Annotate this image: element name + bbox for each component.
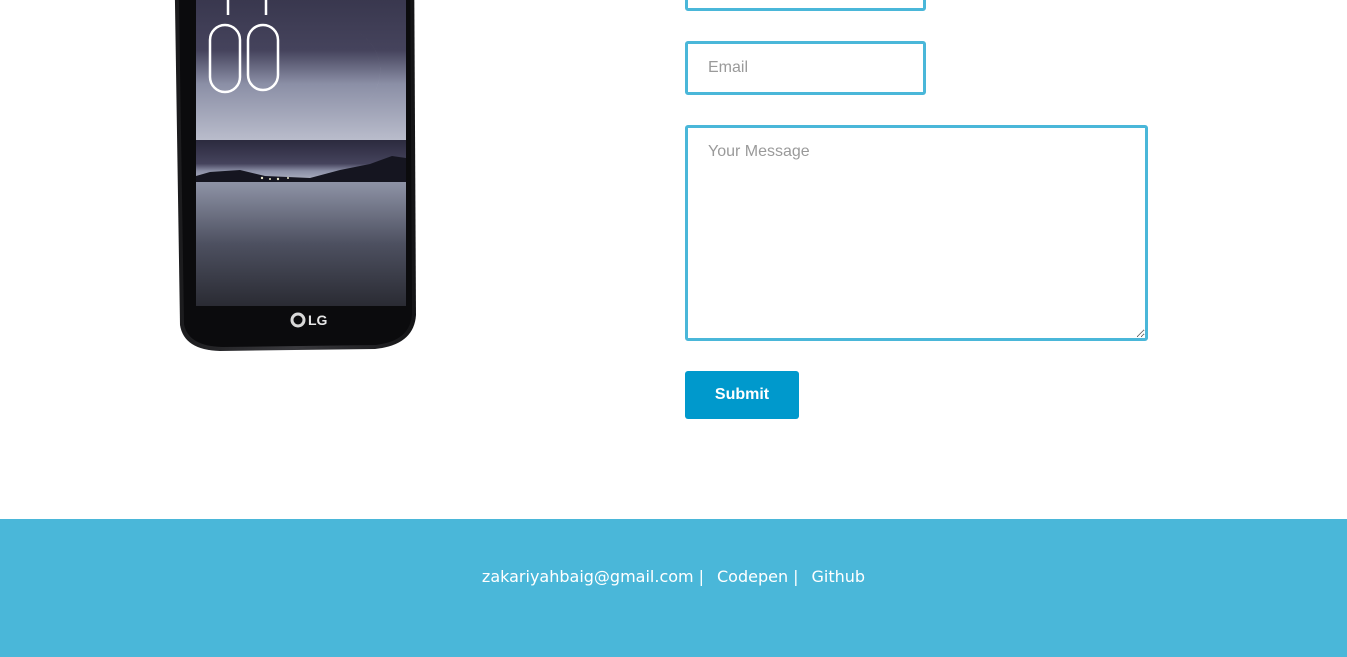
contact-form: Submit [685, 0, 1148, 430]
submit-button[interactable]: Submit [685, 371, 799, 419]
email-field[interactable] [685, 41, 926, 95]
footer-links: zakariyahbaig@gmail.com | Codepen | Github [0, 567, 1347, 586]
footer-github-link[interactable]: Github [812, 567, 866, 586]
footer: zakariyahbaig@gmail.com | Codepen | Github [0, 519, 1347, 657]
footer-email-link[interactable]: zakariyahbaig@gmail.com [482, 567, 694, 586]
footer-codepen-link[interactable]: Codepen [717, 567, 788, 586]
message-field[interactable] [685, 125, 1148, 341]
footer-separator: | [793, 567, 799, 586]
footer-separator: | [698, 567, 704, 586]
phone-brand-text: LG [308, 312, 328, 328]
name-field[interactable] [685, 0, 926, 11]
phone-image: LG [170, 0, 420, 355]
